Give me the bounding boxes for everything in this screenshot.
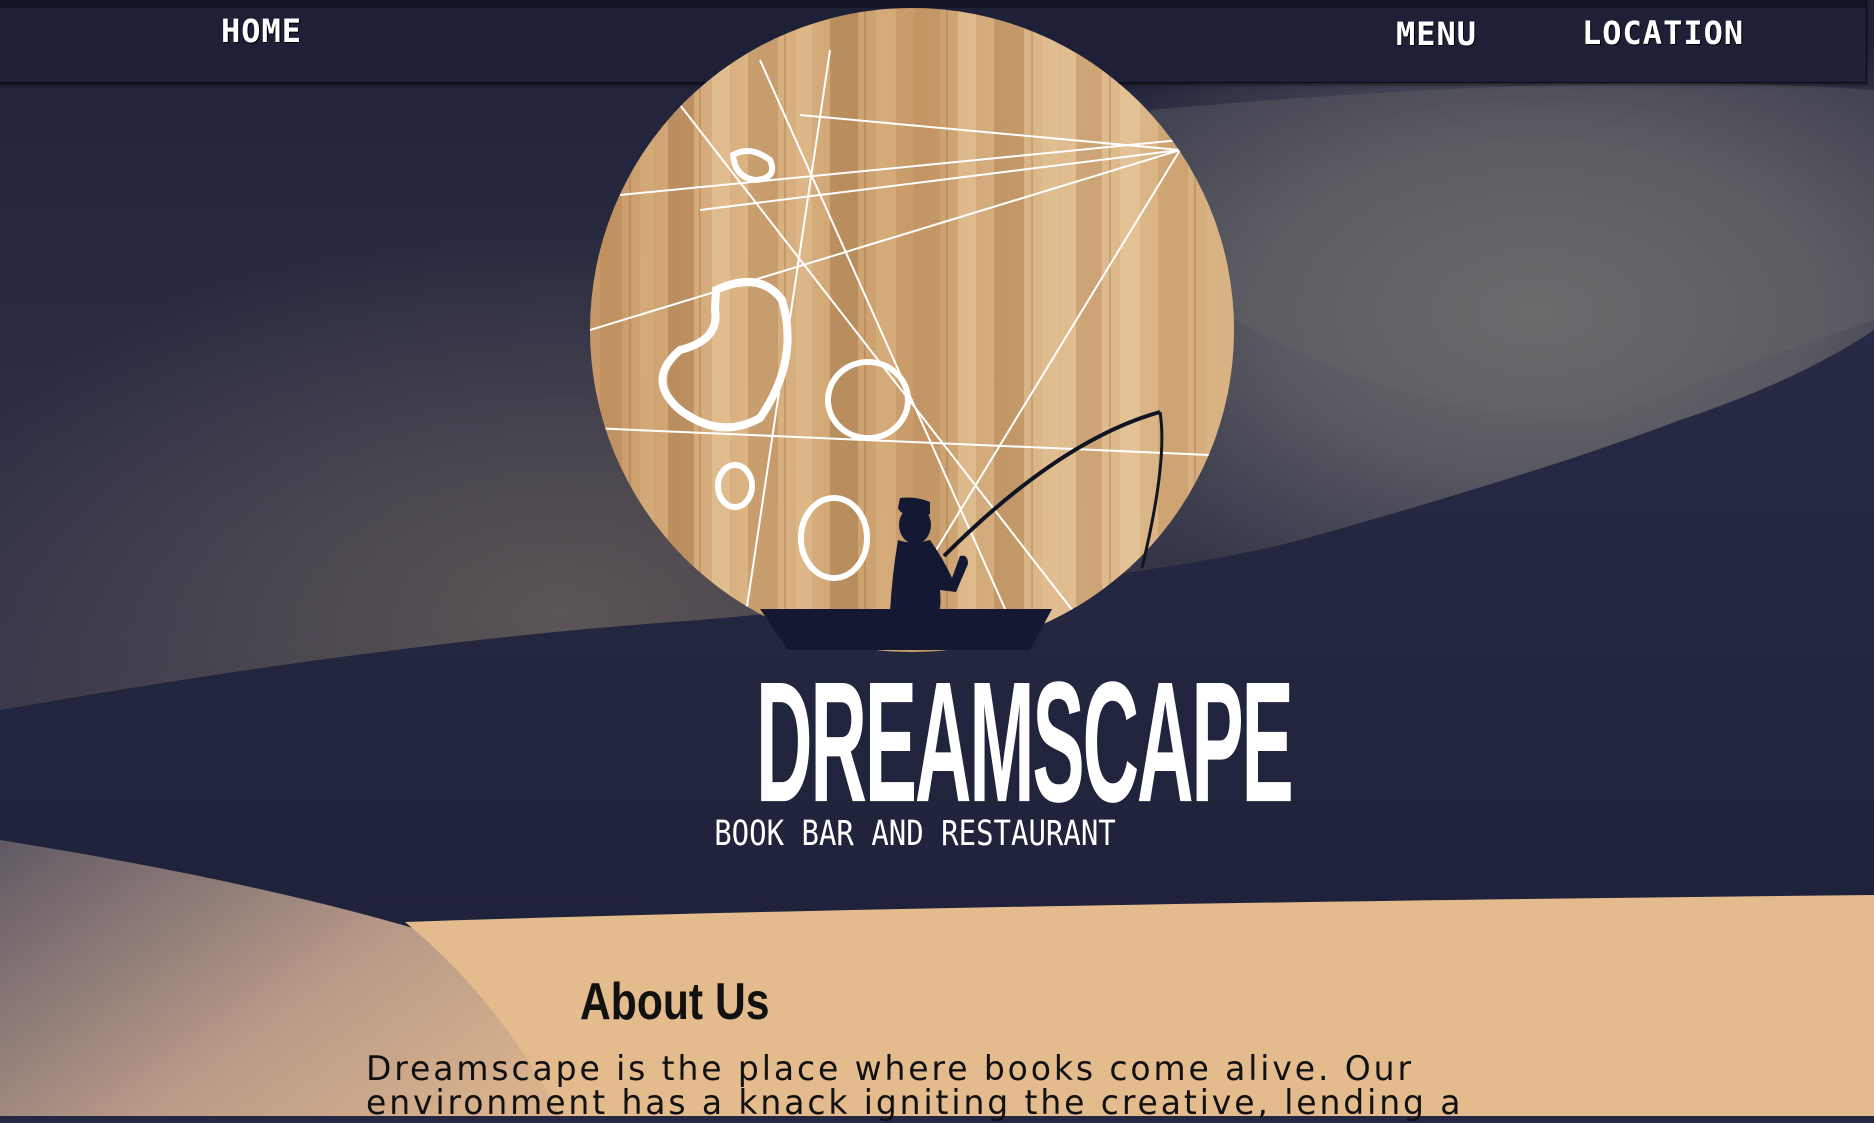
navbar-top-edge xyxy=(0,0,1866,8)
about-heading: About Us xyxy=(580,973,770,1031)
about-paragraph: Dreamscape is the place where books come… xyxy=(366,1049,1464,1123)
brand-title: DREAMSCAPE xyxy=(755,647,1294,839)
nav-menu-link[interactable]: MENU xyxy=(1396,15,1477,53)
background-landscape xyxy=(0,0,1874,1116)
brand-subtitle: BOOK BAR AND RESTAURANT xyxy=(714,812,1116,854)
nav-location-link[interactable]: LOCATION xyxy=(1582,14,1744,52)
brand-logo[interactable]: DREAMSCAPE BOOK BAR AND RESTAURANT xyxy=(700,655,1294,853)
nav-home-link[interactable]: HOME xyxy=(221,12,302,50)
navbar: HOME MENU LOCATION xyxy=(0,0,1867,83)
